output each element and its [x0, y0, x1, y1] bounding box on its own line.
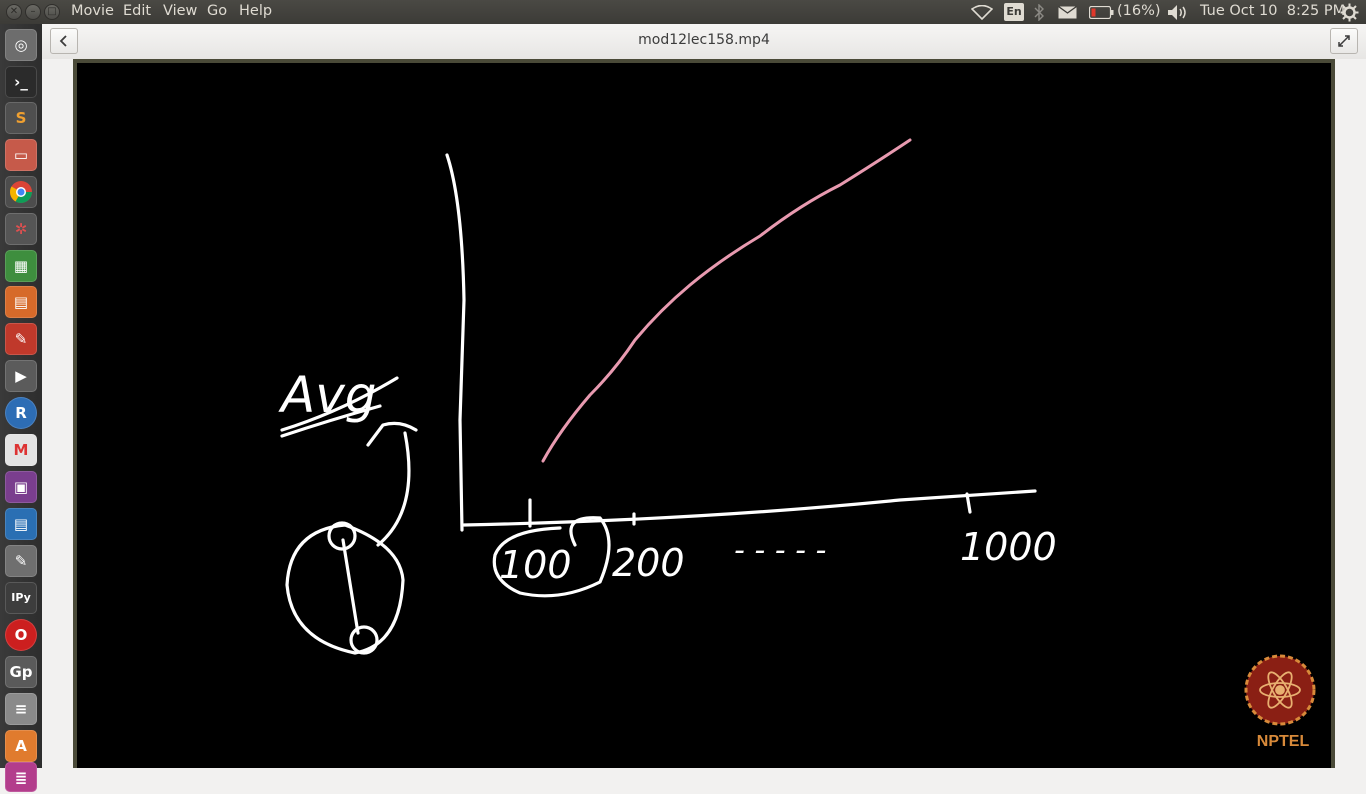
menu-edit[interactable]: Edit: [123, 3, 151, 19]
minimize-window-button[interactable]: –: [25, 4, 41, 20]
tick-label-dashes: - - - - -: [734, 533, 826, 568]
tick-label-100: 100: [499, 543, 572, 587]
menu-go[interactable]: Go: [207, 3, 227, 19]
maximize-window-button[interactable]: □: [44, 4, 60, 20]
launcher: ◎ ›_ S ▭ ✲ ▦ ▤ ✎ ▶ R M ▣ ▤ ✎ IPy O Gp ≡ …: [0, 24, 43, 792]
sublime-text-icon[interactable]: S: [5, 102, 37, 134]
mail-icon[interactable]: [1058, 6, 1077, 19]
files-icon[interactable]: ▭: [5, 139, 37, 171]
terminal-icon[interactable]: ›_: [5, 66, 37, 98]
nptel-logo: [1244, 654, 1316, 726]
calc-icon[interactable]: ▦: [5, 250, 37, 282]
volume-icon[interactable]: [1167, 4, 1189, 21]
stack-icon[interactable]: ≣: [5, 762, 37, 792]
window-title: mod12lec158.mp4: [638, 32, 770, 48]
document-viewer-icon[interactable]: ✎: [5, 323, 37, 355]
avg-label: Avg: [278, 366, 377, 424]
video-canvas[interactable]: Avg 100 200 - - - - - 1000 NPTEL: [77, 63, 1331, 768]
bluetooth-icon[interactable]: [1033, 4, 1045, 21]
wifi-icon[interactable]: [971, 5, 993, 20]
battery-percentage: (16%): [1117, 3, 1161, 19]
close-window-button[interactable]: ✕: [6, 4, 22, 20]
avg-arrow: [366, 421, 418, 547]
ipython-icon[interactable]: IPy: [5, 582, 37, 614]
software-icon[interactable]: A: [5, 730, 37, 762]
impress-icon[interactable]: ▤: [5, 286, 37, 318]
expand-icon: [1338, 35, 1350, 47]
battery-icon[interactable]: [1089, 6, 1114, 19]
gear-icon[interactable]: [1340, 3, 1359, 22]
fullscreen-button[interactable]: [1330, 28, 1358, 54]
clock[interactable]: Tue Oct 10 8:25 PM: [1200, 3, 1345, 19]
video-icon[interactable]: ▶: [5, 360, 37, 392]
media-icon[interactable]: ▣: [5, 471, 37, 503]
keyboard-layout-indicator[interactable]: En: [1004, 3, 1024, 21]
writer-icon[interactable]: ▤: [5, 508, 37, 540]
nptel-logo-text: NPTEL: [1256, 733, 1310, 750]
opera-icon[interactable]: O: [5, 619, 37, 651]
menu-help[interactable]: Help: [239, 3, 272, 19]
gmail-icon[interactable]: M: [5, 434, 37, 466]
sample-line: [341, 538, 360, 635]
r-icon[interactable]: R: [5, 397, 37, 429]
dash-icon[interactable]: ◎: [5, 29, 37, 61]
header-bar: mod12lec158.mp4: [42, 24, 1366, 60]
top-panel: ✕ – □ Movie Edit View Go Help En (16%) T…: [0, 0, 1366, 24]
chrome-icon[interactable]: [5, 176, 37, 208]
video-frame[interactable]: Avg 100 200 - - - - - 1000 NPTEL: [73, 59, 1335, 768]
rising-curve: [541, 138, 912, 463]
text-editor-icon[interactable]: ✎: [5, 545, 37, 577]
menu-view[interactable]: View: [163, 3, 197, 19]
drive-icon[interactable]: ≡: [5, 693, 37, 725]
tick-label-1000: 1000: [960, 525, 1057, 569]
y-axis-line: [445, 153, 466, 532]
chalk-drawing: Avg 100 200 - - - - - 1000: [278, 138, 1316, 726]
tick-label-200: 200: [612, 541, 685, 585]
x-axis-line: [462, 489, 1037, 527]
settings-icon[interactable]: ✲: [5, 213, 37, 245]
menu-movie[interactable]: Movie: [71, 3, 114, 19]
gnuplot-icon[interactable]: Gp: [5, 656, 37, 688]
